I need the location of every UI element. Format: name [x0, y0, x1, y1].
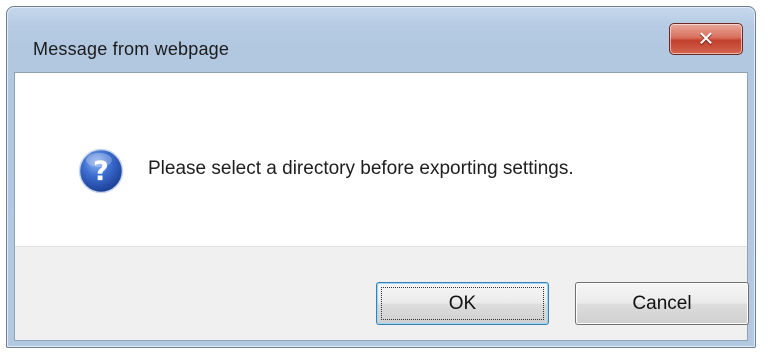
title-bar[interactable]: Message from webpage ✕	[7, 7, 755, 73]
cancel-button[interactable]: Cancel	[575, 282, 749, 325]
ok-button[interactable]: OK	[376, 282, 549, 325]
dialog-body: ? Please select a directory before expor…	[14, 72, 749, 341]
svg-text:?: ?	[93, 156, 109, 187]
cancel-button-label: Cancel	[632, 292, 692, 314]
question-icon: ?	[78, 148, 124, 194]
close-button[interactable]: ✕	[669, 23, 743, 55]
close-icon: ✕	[697, 26, 715, 51]
dialog-window: Message from webpage ✕ ? Please select a…	[6, 6, 756, 348]
dialog-title: Message from webpage	[33, 39, 230, 59]
button-bar: OK Cancel	[15, 246, 749, 340]
ok-button-label: OK	[448, 292, 477, 314]
message-area: ? Please select a directory before expor…	[15, 73, 747, 246]
message-text: Please select a directory before exporti…	[148, 158, 574, 179]
